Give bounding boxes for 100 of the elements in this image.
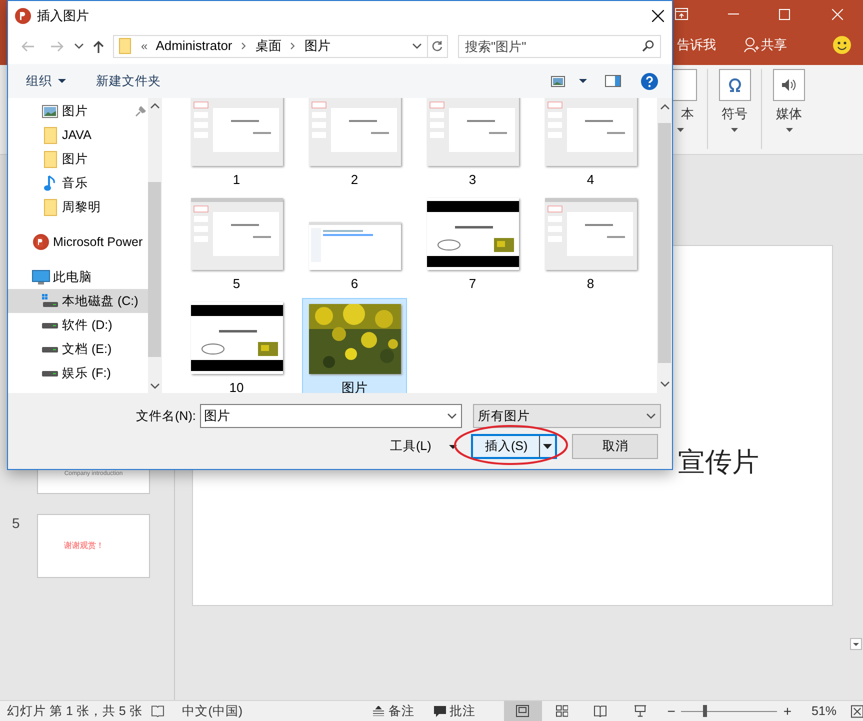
nav-item[interactable]: 图片 — [8, 147, 148, 171]
normal-view-button[interactable] — [504, 701, 542, 721]
book-icon[interactable] — [594, 705, 607, 717]
filename-field[interactable]: 图片 — [200, 404, 462, 428]
nav-scrollbar[interactable] — [148, 98, 161, 393]
breadcrumb-item[interactable]: Administrator — [156, 36, 232, 56]
zoom-thumb[interactable] — [702, 705, 707, 717]
scroll-up-icon — [660, 104, 670, 110]
language-label[interactable]: 中文(中国) — [182, 702, 243, 720]
fit-window-icon[interactable] — [850, 704, 863, 718]
file-item[interactable]: 7 — [420, 194, 525, 296]
help-icon[interactable] — [641, 72, 658, 90]
nav-item[interactable]: JAVA — [8, 123, 148, 147]
nav-item[interactable]: 周黎明 — [8, 195, 148, 219]
notes-button[interactable]: 备注 — [372, 702, 415, 720]
chevron-down-icon — [646, 413, 656, 419]
tools-menu[interactable]: 工具(L) — [390, 437, 458, 456]
filename-label: 文件名(N): — [136, 408, 196, 425]
nav-item[interactable]: 软件 (D:) — [8, 313, 148, 337]
scroll-down-icon — [660, 381, 670, 387]
address-bar[interactable]: « Administrator 桌面 图片 — [113, 34, 448, 58]
dropdown-arrow-icon[interactable] — [677, 128, 684, 132]
picture-view-icon[interactable] — [551, 76, 565, 86]
overflow-chevrons[interactable]: « — [141, 37, 148, 55]
presenter-icon[interactable] — [634, 705, 646, 717]
caret-icon[interactable] — [579, 79, 587, 83]
ribbon-button[interactable] — [718, 69, 750, 101]
up-arrow-icon[interactable] — [93, 40, 104, 52]
file-item[interactable]: 10 — [184, 298, 289, 393]
folder-icon — [44, 198, 56, 216]
search-icon — [642, 40, 654, 52]
grid-view-icon[interactable] — [556, 705, 568, 717]
pin-icon — [135, 106, 146, 116]
ribbon-label: 符号 — [722, 105, 748, 123]
file-item[interactable]: 3 — [420, 98, 525, 192]
preview-pane-icon[interactable] — [605, 75, 621, 87]
file-item[interactable]: 1 — [184, 98, 289, 192]
nav-item[interactable]: 图片 — [8, 99, 148, 123]
ribbon-display-icon[interactable] — [675, 8, 688, 20]
tell-me-link[interactable]: 告诉我 — [677, 35, 716, 55]
ribbon-label: 媒体 — [776, 105, 802, 123]
file-item[interactable]: 6 — [302, 194, 407, 296]
comment-icon — [432, 704, 447, 718]
smiley-icon[interactable] — [833, 36, 851, 54]
recent-locations-icon — [74, 43, 84, 49]
slide-title: 宣传片 — [678, 446, 759, 479]
zoom-out-button[interactable]: − — [667, 704, 676, 718]
insert-button[interactable]: 插入(S) — [471, 434, 558, 459]
dropdown-arrow-icon[interactable] — [786, 128, 792, 132]
cancel-button[interactable]: 取消 — [572, 434, 658, 459]
nav-item[interactable]: 文档 (E:) — [8, 337, 148, 361]
organize-menu[interactable]: 组织 — [26, 72, 66, 90]
comments-button[interactable]: 批注 — [432, 702, 476, 720]
scroll-up-icon — [150, 103, 160, 109]
breadcrumb-separator-icon — [241, 42, 246, 50]
share-button[interactable]: 共享 — [744, 35, 787, 55]
person-add-icon — [744, 37, 759, 53]
file-item[interactable]: 4 — [538, 98, 643, 192]
nav-item[interactable]: 音乐 — [8, 171, 148, 195]
scroll-down-icon — [150, 383, 160, 389]
file-item[interactable]: 5 — [184, 194, 289, 296]
files-scrollbar[interactable] — [657, 98, 672, 393]
dropdown-arrow-icon[interactable] — [731, 128, 738, 132]
close-icon[interactable] — [652, 10, 664, 22]
powerpoint-icon — [15, 8, 31, 24]
caret-icon — [58, 79, 66, 83]
computer-icon — [32, 270, 50, 284]
nav-item[interactable]: 娱乐 (F:) — [8, 361, 148, 385]
file-type-dropdown[interactable]: 所有图片 — [472, 404, 661, 428]
scroll-down-icon[interactable] — [850, 638, 862, 650]
zoom-percent[interactable]: 51% — [812, 702, 837, 720]
folder-icon — [44, 126, 56, 144]
caret-icon — [543, 444, 552, 449]
search-field[interactable]: 搜索"图片" — [458, 34, 661, 58]
drive-icon — [42, 370, 58, 376]
nav-item[interactable]: 本地磁盘 (C:) — [8, 289, 148, 313]
music-note-icon — [44, 174, 56, 192]
nav-item[interactable]: 此电脑 — [8, 265, 148, 289]
ribbon-button[interactable] — [773, 69, 805, 101]
new-folder-button[interactable]: 新建文件夹 — [96, 72, 161, 90]
maximize-icon[interactable] — [779, 8, 790, 20]
caret-icon — [449, 444, 458, 448]
breadcrumb-item[interactable]: 图片 — [304, 36, 330, 56]
drive-icon — [42, 322, 58, 328]
file-item[interactable]: 2 — [302, 98, 407, 192]
breadcrumb-item[interactable]: 桌面 — [255, 36, 282, 56]
folder-icon — [119, 38, 131, 54]
zoom-in-button[interactable]: + — [783, 704, 792, 718]
nav-item[interactable]: Microsoft Power — [8, 230, 148, 254]
normal-view-icon — [516, 705, 530, 717]
address-dropdown-icon — [412, 43, 422, 49]
slide-info: 幻灯片 第 1 张，共 5 张 — [7, 702, 144, 720]
ribbon-label: 本 — [680, 105, 694, 123]
zoom-slider[interactable] — [681, 705, 778, 717]
thumbnail-text: 谢谢观赏！ — [64, 540, 104, 552]
file-item[interactable]: 8 — [538, 194, 643, 296]
dialog-title: 插入图片 — [37, 7, 89, 26]
refresh-icon[interactable] — [432, 40, 443, 52]
folder-icon — [44, 150, 56, 168]
minimize-icon[interactable] — [728, 13, 739, 15]
